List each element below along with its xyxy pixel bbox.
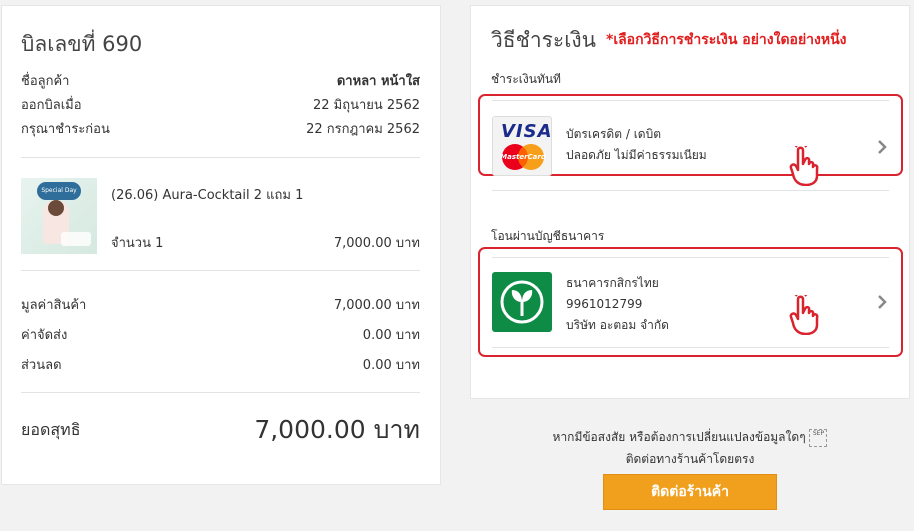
chevron-right-icon[interactable] bbox=[875, 295, 889, 309]
customer-label: ชื่อลูกค้า bbox=[21, 74, 70, 89]
net-total-value: 7,000.00 บาท bbox=[254, 415, 420, 444]
product-price: 7,000.00 บาท bbox=[333, 236, 420, 251]
kbank-leaf-icon bbox=[500, 280, 544, 324]
due-label: กรุณาชำระก่อน bbox=[21, 122, 110, 137]
help-text-1: หากมีข้อสงสัย หรือต้องการเปลี่ยนแปลงข้อม… bbox=[552, 430, 806, 444]
help-text-2: ติดต่อทางร้านค้าโดยตรง bbox=[625, 452, 755, 466]
sep-icon: SEP bbox=[809, 428, 828, 447]
discount-row: ส่วนลด 0.00 บาท bbox=[21, 354, 420, 375]
bank-account-number: 9961012799 bbox=[566, 297, 643, 311]
divider bbox=[492, 347, 889, 348]
subtotal-row: มูลค่าสินค้า 7,000.00 บาท bbox=[21, 294, 420, 315]
payment-title: วิธีชำระเงิน bbox=[491, 28, 596, 52]
divider bbox=[492, 190, 889, 191]
divider bbox=[21, 157, 420, 158]
sep-text: SEP bbox=[812, 429, 825, 437]
net-total-label: ยอดสุทธิ bbox=[21, 420, 81, 439]
shipping-value: 0.00 บาท bbox=[362, 328, 420, 343]
issued-value: 22 มิถุนายน 2562 bbox=[312, 98, 420, 113]
pointing-hand-icon bbox=[789, 295, 819, 335]
customer-value: ดาหลา หน้าใส bbox=[336, 74, 420, 89]
pointing-hand-icon bbox=[789, 146, 819, 186]
product-image-badge: Special Day bbox=[37, 182, 81, 200]
product-image-face bbox=[48, 200, 64, 216]
bank-option-texts: ธนาคารกสิกรไทย 9961012799 บริษัท อะตอม จ… bbox=[566, 273, 669, 336]
payment-note: *เลือกวิธีการชำระเงิน อย่างใดอย่างหนึ่ง bbox=[606, 32, 847, 48]
payment-card: วิธีชำระเงิน *เลือกวิธีการชำระเงิน อย่าง… bbox=[470, 5, 910, 399]
shipping-row: ค่าจัดส่ง 0.00 บาท bbox=[21, 324, 420, 345]
product-qty: จำนวน 1 bbox=[111, 236, 164, 251]
help-line-1: หากมีข้อสงสัย หรือต้องการเปลี่ยนแปลงข้อม… bbox=[470, 428, 910, 447]
card-option-subtitle: ปลอดภัย ไม่มีค่าธรรมเนียม bbox=[566, 148, 707, 162]
bank-transfer-option[interactable]: ธนาคารกสิกรไทย 9961012799 บริษัท อะตอม จ… bbox=[478, 247, 903, 357]
bill-card: บิลเลขที่ 690 ชื่อลูกค้า ดาหลา หน้าใส ออ… bbox=[1, 5, 441, 485]
bank-transfer-label: โอนผ่านบัญชีธนาคาร bbox=[491, 229, 605, 243]
product-name: (26.06) Aura-Cocktail 2 แถม 1 bbox=[111, 188, 304, 203]
product-image[interactable]: Special Day bbox=[21, 178, 97, 254]
bill-title: บิลเลขที่ 690 bbox=[21, 32, 143, 56]
product-qty-row: จำนวน 1 7,000.00 บาท bbox=[111, 232, 420, 253]
bank-account-name: บริษัท อะตอม จำกัด bbox=[566, 318, 669, 332]
visa-mastercard-logo: VISA MasterCard bbox=[492, 116, 552, 176]
bank-name: ธนาคารกสิกรไทย bbox=[566, 276, 659, 290]
subtotal-value: 7,000.00 บาท bbox=[333, 298, 420, 313]
issued-label: ออกบิลเมื่อ bbox=[21, 98, 82, 113]
divider bbox=[21, 392, 420, 393]
mastercard-text: MasterCard bbox=[500, 153, 546, 161]
divider bbox=[21, 270, 420, 271]
card-option-title: บัตรเครดิต / เดบิต bbox=[566, 127, 661, 141]
subtotal-label: มูลค่าสินค้า bbox=[21, 298, 87, 313]
shipping-label: ค่าจัดส่ง bbox=[21, 328, 68, 343]
divider bbox=[492, 257, 889, 258]
card-option-texts: บัตรเครดิต / เดบิต ปลอดภัย ไม่มีค่าธรรมเ… bbox=[566, 124, 707, 166]
customer-row: ชื่อลูกค้า ดาหลา หน้าใส bbox=[21, 70, 420, 91]
visa-text: VISA bbox=[501, 121, 553, 142]
due-row: กรุณาชำระก่อน 22 กรกฎาคม 2562 bbox=[21, 118, 420, 139]
chevron-right-icon[interactable] bbox=[875, 140, 889, 154]
product-image-tag bbox=[61, 232, 91, 246]
issued-row: ออกบิลเมื่อ 22 มิถุนายน 2562 bbox=[21, 94, 420, 115]
discount-value: 0.00 บาท bbox=[362, 358, 420, 373]
credit-card-option[interactable]: VISA MasterCard บัตรเครดิต / เดบิต ปลอดภ… bbox=[478, 94, 903, 191]
kasikorn-bank-logo bbox=[492, 272, 552, 332]
due-value: 22 กรกฎาคม 2562 bbox=[306, 122, 420, 137]
discount-label: ส่วนลด bbox=[21, 358, 62, 373]
instant-payment-label: ชำระเงินทันที bbox=[491, 72, 561, 86]
divider bbox=[492, 100, 889, 101]
contact-shop-button[interactable]: ติดต่อร้านค้า bbox=[603, 474, 777, 510]
